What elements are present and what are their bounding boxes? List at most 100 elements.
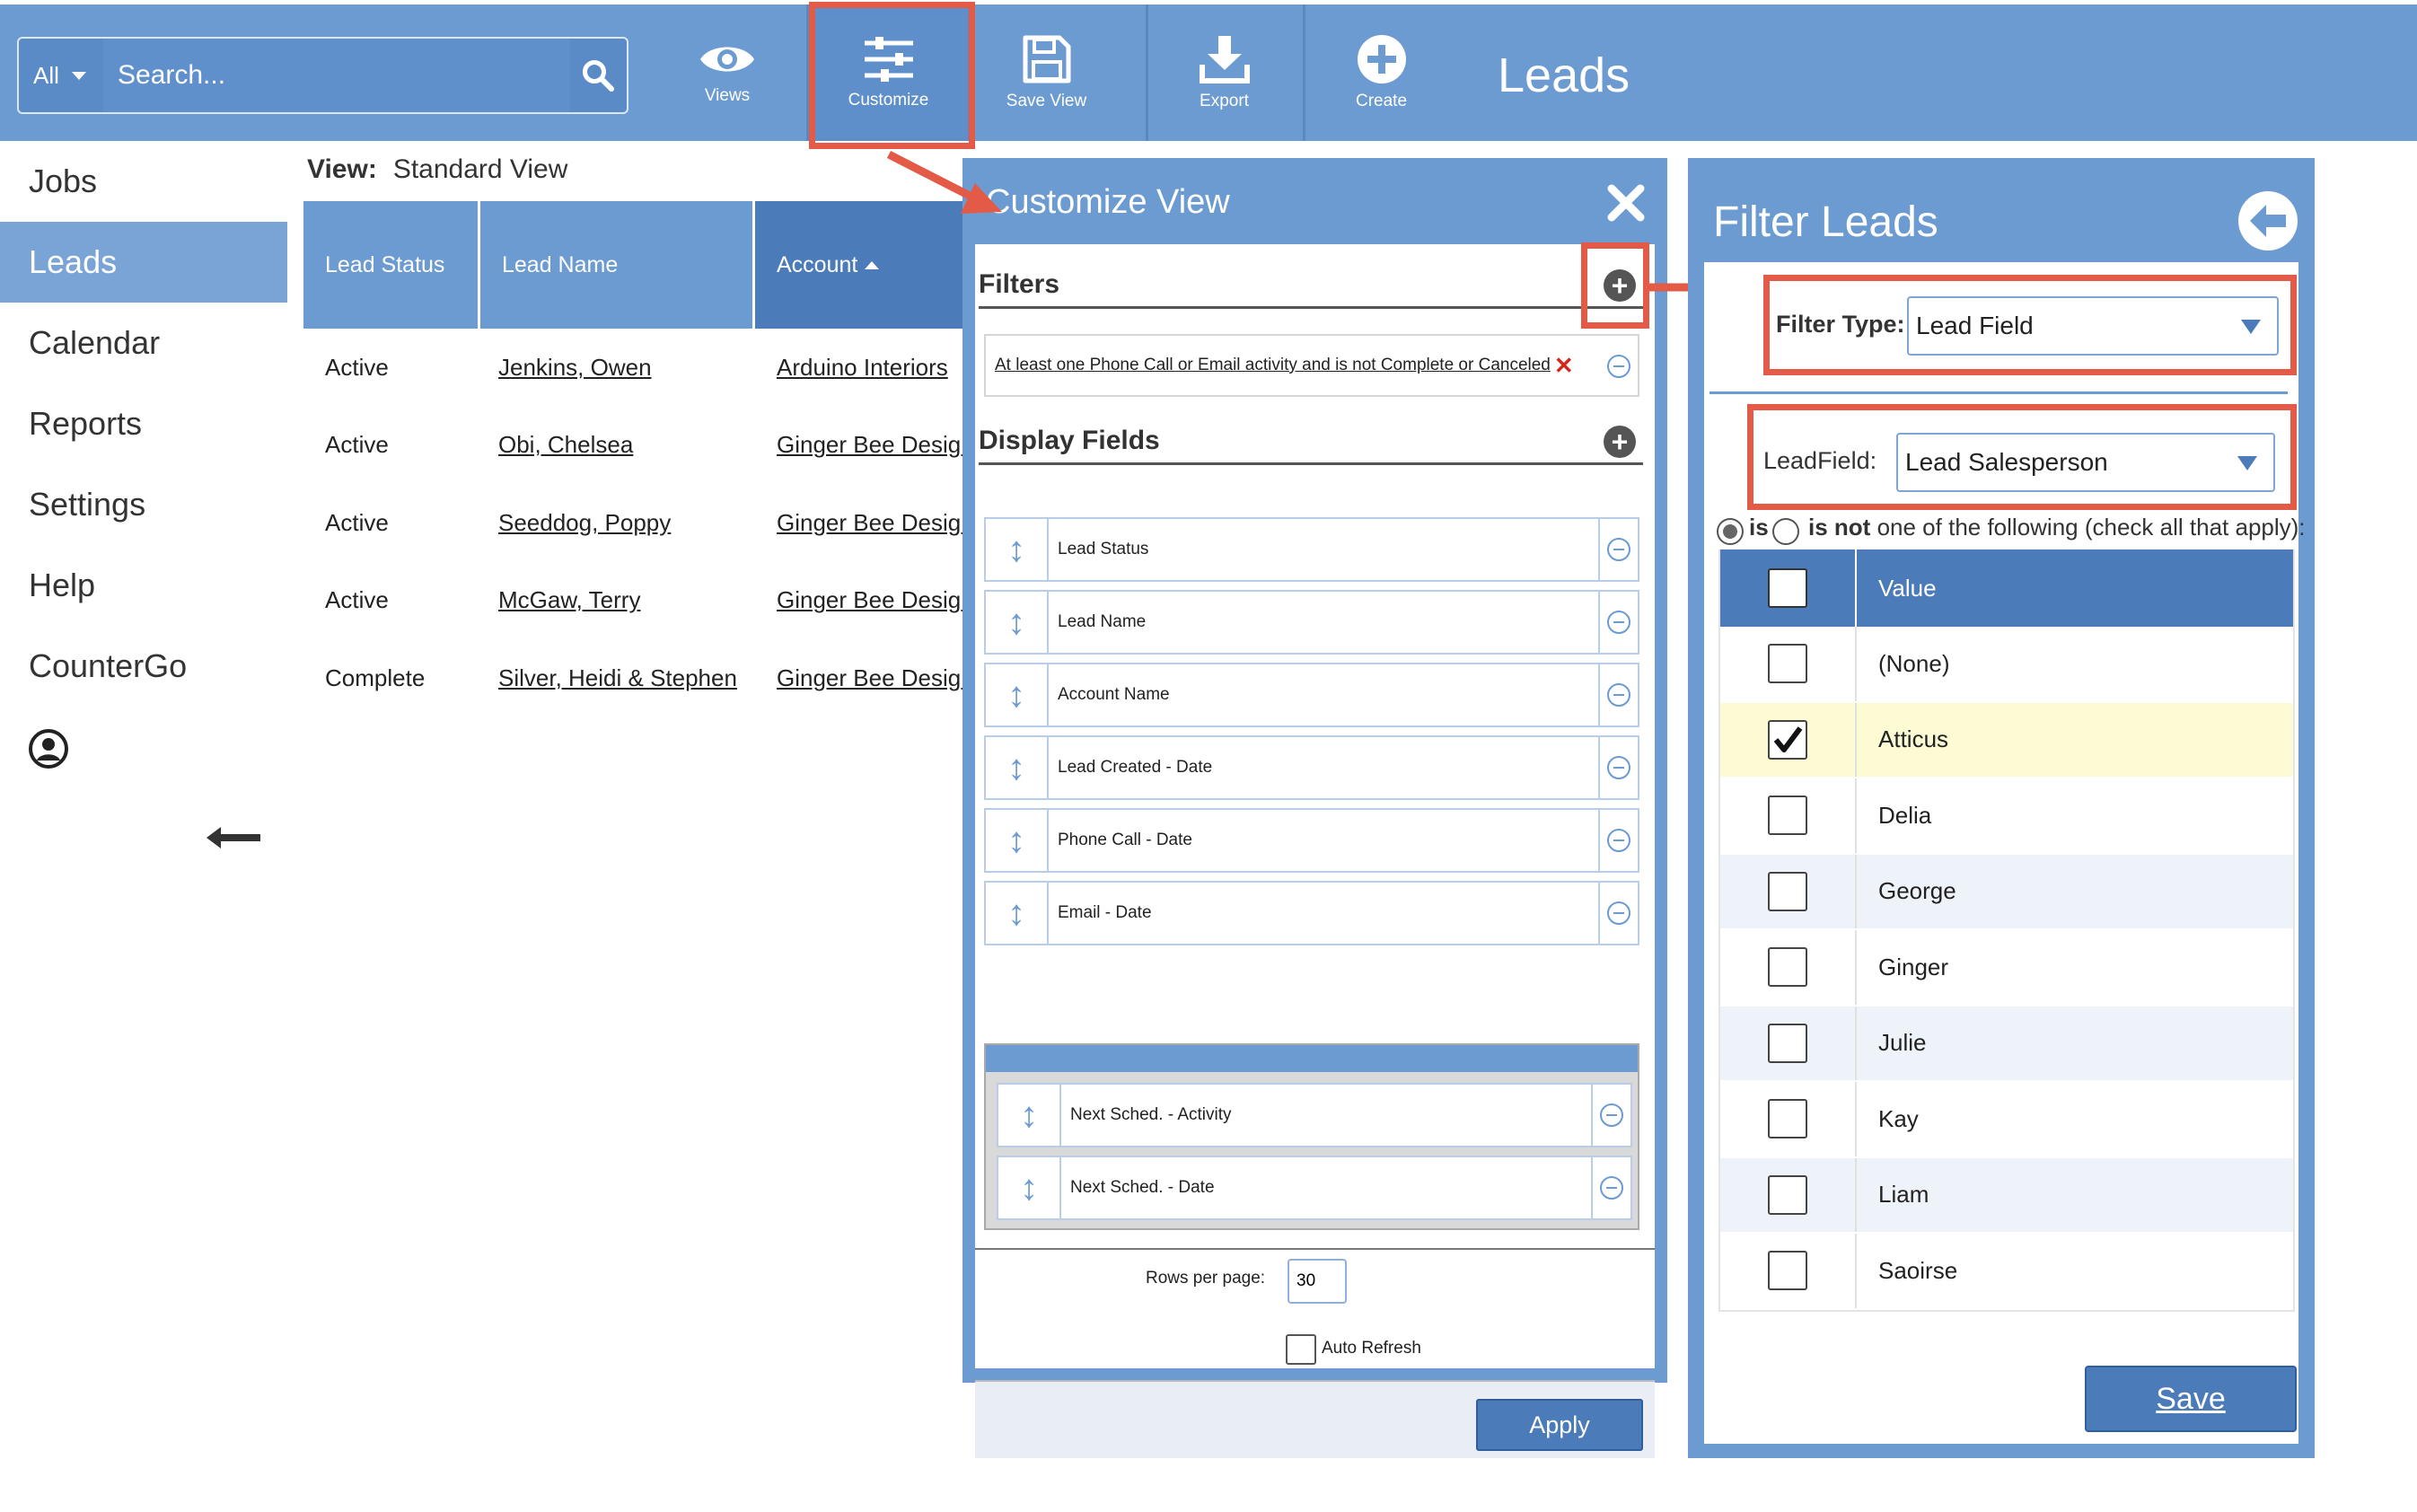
drag-handle-icon[interactable]: ↕	[986, 810, 1049, 871]
remove-field-button[interactable]	[1598, 519, 1638, 580]
display-field-row[interactable]: ↕ Account Name	[984, 663, 1639, 727]
value-row[interactable]: Julie	[1720, 1006, 2293, 1082]
value-checkbox[interactable]	[1768, 644, 1807, 684]
drag-handle-icon[interactable]: ↕	[986, 519, 1049, 580]
remove-field-button[interactable]	[1598, 592, 1638, 653]
display-field-row[interactable]: ↕ Next Sched. - Date	[997, 1156, 1632, 1220]
is-radio[interactable]	[1717, 518, 1744, 545]
is-not-row: is not one of the following (check all t…	[1808, 514, 2306, 541]
value-row[interactable]: Atticus	[1720, 702, 2293, 778]
drag-handle-icon[interactable]: ↕	[986, 664, 1049, 725]
value-checkbox[interactable]	[1768, 1023, 1807, 1063]
account-link[interactable]: Ginger Bee Design	[755, 509, 971, 537]
display-field-name: Account Name	[1058, 685, 1170, 704]
remove-field-button[interactable]	[1598, 664, 1638, 725]
account-link[interactable]: Ginger Bee Design	[755, 586, 971, 614]
checkbox-cell	[1720, 854, 1857, 928]
account-link[interactable]: Arduino Interiors	[755, 354, 971, 382]
sidebar-item-help[interactable]: Help	[0, 545, 287, 626]
value-row[interactable]: Liam	[1720, 1157, 2293, 1234]
value-label: George	[1878, 877, 1956, 905]
value-checkbox[interactable]	[1768, 1251, 1807, 1291]
value-checkbox-checked[interactable]	[1768, 719, 1807, 760]
export-button[interactable]: Export	[1146, 4, 1300, 141]
search-input[interactable]	[103, 39, 570, 112]
user-avatar-icon[interactable]	[29, 729, 68, 769]
auto-refresh-checkbox[interactable]	[1286, 1334, 1316, 1365]
save-view-button[interactable]: Save View	[968, 4, 1122, 141]
customize-button[interactable]: Customize	[806, 4, 968, 141]
value-checkbox[interactable]	[1768, 1099, 1807, 1139]
filter-type-select[interactable]: Lead Field	[1907, 296, 2279, 356]
value-row[interactable]: Delia	[1720, 778, 2293, 855]
display-field-row[interactable]: ↕ Phone Call - Date	[984, 808, 1639, 873]
back-arrow-icon[interactable]	[2237, 190, 2298, 251]
add-filter-plus-icon[interactable]: +	[1604, 269, 1636, 302]
column-header-account[interactable]: Account	[755, 201, 971, 329]
lead-name-link[interactable]: Obi, Chelsea	[480, 431, 755, 459]
drag-handle-icon[interactable]: ↕	[986, 737, 1049, 798]
sidebar-item-calendar[interactable]: Calendar	[0, 303, 287, 383]
remove-field-button[interactable]	[1591, 1085, 1630, 1146]
value-row[interactable]: George	[1720, 854, 2293, 930]
delete-filter-x-icon[interactable]: ✕	[1554, 352, 1574, 380]
drag-handle-icon[interactable]: ↕	[986, 883, 1049, 944]
value-row[interactable]: Kay	[1720, 1082, 2293, 1158]
search-scope-dropdown[interactable]: All	[19, 39, 101, 112]
sidebar-item-jobs[interactable]: Jobs	[0, 141, 287, 222]
create-button[interactable]: Create	[1303, 4, 1457, 141]
account-link[interactable]: Ginger Bee Design	[755, 664, 971, 692]
display-field-row[interactable]: ↕ Lead Name	[984, 590, 1639, 655]
column-header-lead-status[interactable]: Lead Status	[303, 201, 480, 329]
is-not-radio[interactable]	[1772, 518, 1799, 545]
remove-field-button[interactable]	[1598, 883, 1638, 944]
filter-rule-text[interactable]: At least one Phone Call or Email activit…	[995, 356, 1551, 375]
value-row[interactable]: Saoirse	[1720, 1234, 2293, 1310]
display-field-row[interactable]: ↕ Lead Status	[984, 517, 1639, 582]
filter-rule[interactable]: At least one Phone Call or Email activit…	[984, 334, 1639, 397]
column-header-lead-name[interactable]: Lead Name	[480, 201, 755, 329]
lead-name-link[interactable]: McGaw, Terry	[480, 586, 755, 614]
remove-field-button[interactable]	[1591, 1157, 1630, 1218]
value-label: (None)	[1878, 649, 1950, 677]
rows-per-page-label: Rows per page:	[1146, 1269, 1266, 1288]
filter-type-value: Lead Field	[1916, 312, 2034, 339]
remove-filter-minus-icon[interactable]	[1607, 355, 1630, 378]
save-button[interactable]: Save	[2085, 1366, 2297, 1432]
lead-field-select[interactable]: Lead Salesperson	[1896, 433, 2275, 492]
close-icon[interactable]	[1604, 181, 1648, 224]
lead-status-cell: Active	[325, 431, 389, 459]
sidebar-item-leads[interactable]: Leads	[0, 222, 287, 303]
value-row[interactable]: (None)	[1720, 627, 2293, 703]
checkbox-cell	[1720, 702, 1857, 777]
rows-per-page-input[interactable]	[1288, 1259, 1347, 1304]
views-label: Views	[704, 86, 751, 105]
value-checkbox[interactable]	[1768, 1174, 1807, 1215]
display-field-row[interactable]: ↕ Next Sched. - Activity	[997, 1083, 1632, 1147]
field-group-header[interactable]	[986, 1045, 1638, 1072]
display-field-row[interactable]: ↕ Lead Created - Date	[984, 735, 1639, 800]
select-all-checkbox[interactable]	[1768, 568, 1807, 608]
lead-name-link[interactable]: Silver, Heidi & Stephen	[480, 664, 755, 692]
value-checkbox[interactable]	[1768, 947, 1807, 988]
account-link[interactable]: Ginger Bee Design	[755, 431, 971, 459]
apply-button[interactable]: Apply	[1476, 1399, 1643, 1451]
sidebar-item-settings[interactable]: Settings	[0, 464, 287, 545]
add-display-field-plus-icon[interactable]: +	[1604, 426, 1636, 458]
drag-handle-icon[interactable]: ↕	[986, 592, 1049, 653]
sidebar-item-countergo[interactable]: CounterGo	[0, 626, 287, 707]
lead-name-link[interactable]: Seeddog, Poppy	[480, 509, 755, 537]
sidebar-item-reports[interactable]: Reports	[0, 383, 287, 464]
views-button[interactable]: Views	[651, 4, 804, 141]
display-field-row[interactable]: ↕ Email - Date	[984, 881, 1639, 945]
remove-field-button[interactable]	[1598, 737, 1638, 798]
collapse-sidebar-arrow-icon[interactable]	[207, 824, 262, 851]
drag-handle-icon[interactable]: ↕	[998, 1085, 1061, 1146]
value-checkbox[interactable]	[1768, 871, 1807, 911]
value-checkbox[interactable]	[1768, 796, 1807, 836]
value-row[interactable]: Ginger	[1720, 930, 2293, 1007]
remove-field-button[interactable]	[1598, 810, 1638, 871]
drag-handle-icon[interactable]: ↕	[998, 1157, 1061, 1218]
search-button[interactable]	[569, 39, 627, 112]
lead-name-link[interactable]: Jenkins, Owen	[480, 354, 755, 382]
